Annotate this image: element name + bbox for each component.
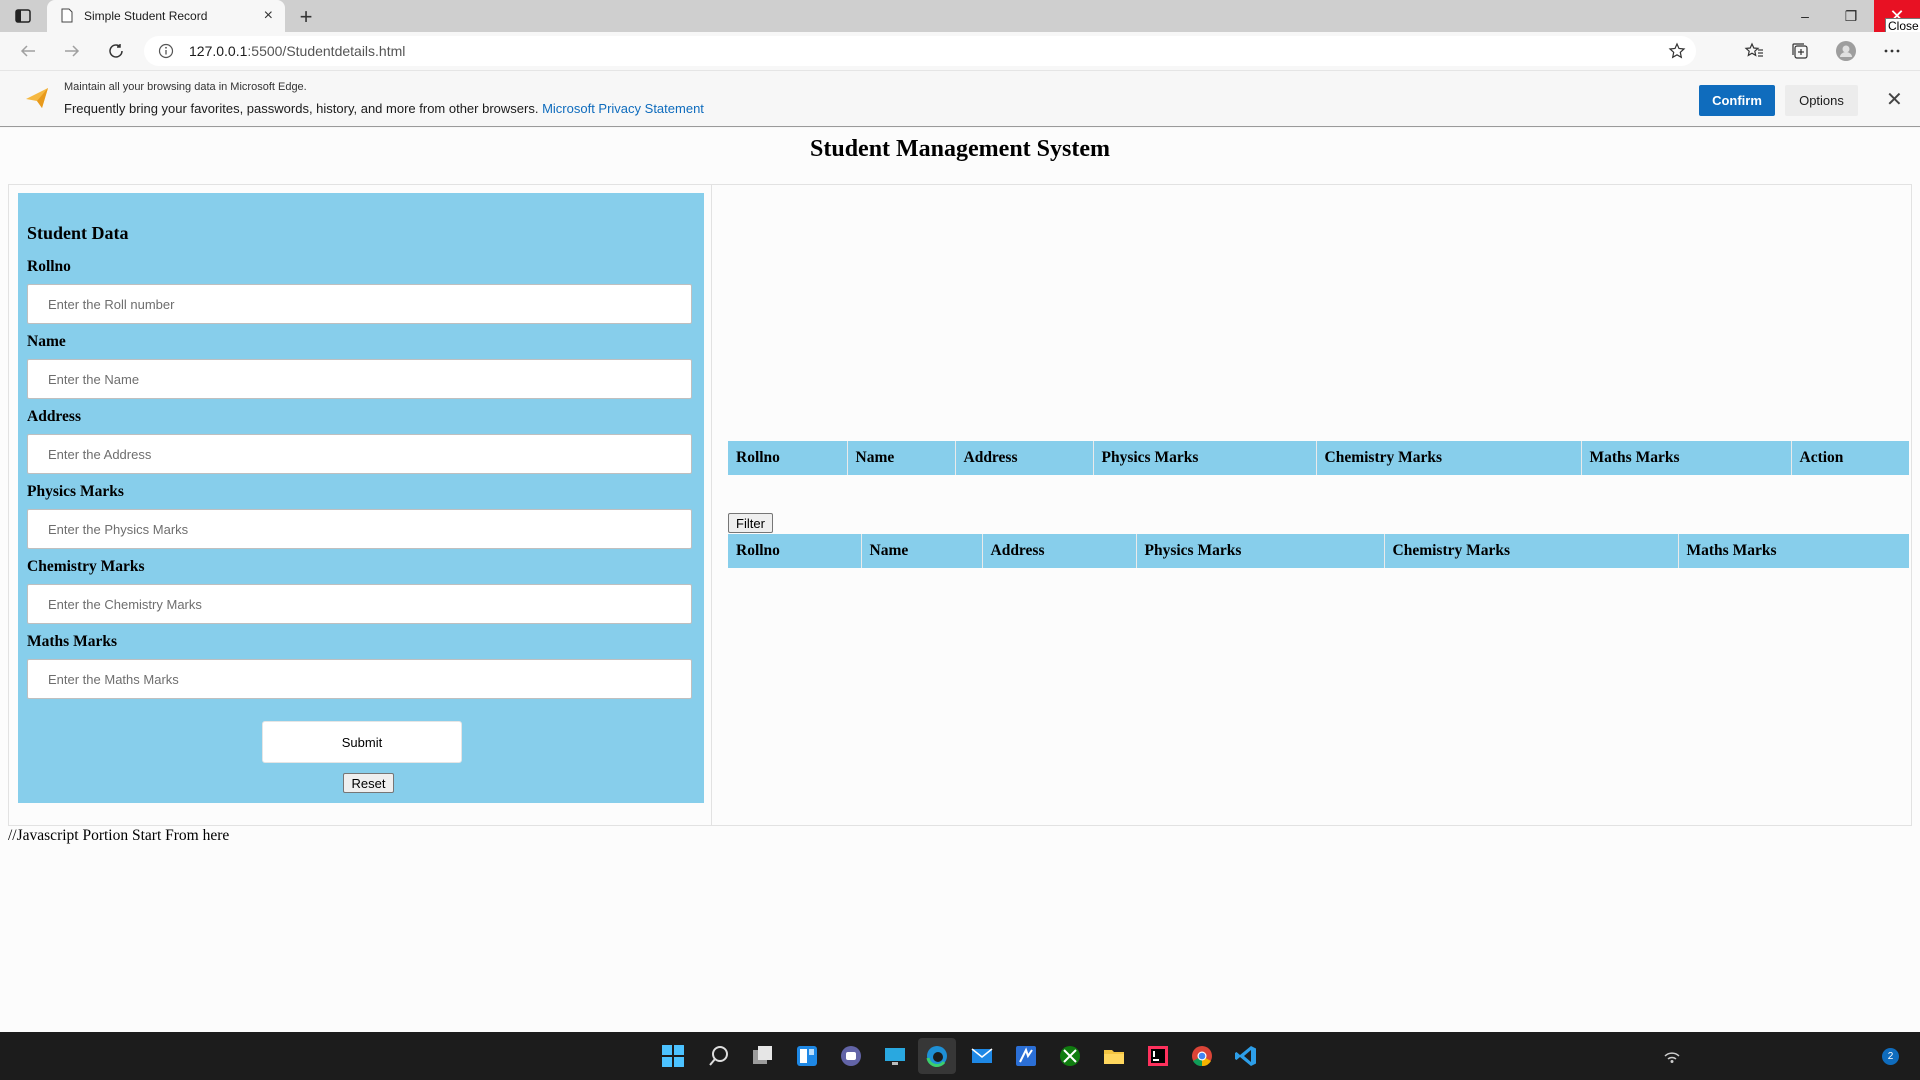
column-header: Address: [955, 441, 1094, 475]
restore-button[interactable]: ❐: [1828, 0, 1874, 32]
column-header: Rollno: [728, 441, 848, 475]
desktop-icon[interactable]: [883, 1044, 907, 1068]
new-tab-button[interactable]: +: [295, 4, 317, 30]
teams-chat-icon[interactable]: [839, 1044, 863, 1068]
edge-import-infobar: Maintain all your browsing data in Micro…: [0, 70, 1920, 127]
tab-title: Simple Student Record: [84, 9, 208, 23]
table-header-row: Rollno Name Address Physics Marks Chemis…: [728, 534, 1909, 568]
maths-marks-input[interactable]: [27, 659, 692, 699]
column-header: Chemistry Marks: [1384, 534, 1679, 568]
search-icon[interactable]: [707, 1044, 731, 1068]
browser-tab-strip: Simple Student Record × + – ❐ ✕ Close: [0, 0, 1920, 34]
rollno-input[interactable]: [27, 284, 692, 324]
filter-button[interactable]: Filter: [728, 513, 773, 533]
vscode-icon[interactable]: [1234, 1044, 1258, 1068]
task-view-icon[interactable]: [751, 1044, 775, 1068]
column-header: Name: [861, 534, 983, 568]
chemistry-marks-input[interactable]: [27, 584, 692, 624]
notification-badge[interactable]: 2: [1882, 1048, 1899, 1065]
physics-marks-label: Physics Marks: [27, 483, 124, 500]
records-panel: Rollno Name Address Physics Marks Chemis…: [711, 185, 1912, 825]
start-icon[interactable]: [661, 1044, 685, 1068]
web-page: Student Management System Student Data R…: [0, 128, 1920, 1032]
column-header: Name: [847, 441, 956, 475]
browser-toolbar: 127.0.0.1:5500/Studentdetails.html: [0, 32, 1920, 70]
profile-avatar-icon[interactable]: [1836, 41, 1856, 61]
physics-marks-input[interactable]: [27, 509, 692, 549]
student-form-panel: Student Data Rollno Name Address Physics…: [18, 193, 704, 803]
xbox-icon[interactable]: [1058, 1044, 1082, 1068]
edge-taskbar-button[interactable]: [918, 1038, 956, 1074]
reload-icon[interactable]: [104, 39, 128, 63]
column-header: Chemistry Marks: [1316, 441, 1582, 475]
reset-button[interactable]: Reset: [343, 773, 394, 793]
student-records-table: Rollno Name Address Physics Marks Chemis…: [728, 441, 1909, 475]
network-icon[interactable]: [1663, 1048, 1681, 1064]
back-arrow-icon[interactable]: [16, 39, 40, 63]
column-header: Maths Marks: [1686, 542, 1777, 559]
filtered-records-table: Rollno Name Address Physics Marks Chemis…: [728, 534, 1909, 568]
column-header: Rollno: [728, 534, 862, 568]
address-bar[interactable]: 127.0.0.1:5500/Studentdetails.html: [144, 36, 1696, 66]
intellij-icon[interactable]: [1146, 1044, 1170, 1068]
minimize-button[interactable]: –: [1782, 0, 1828, 32]
chemistry-marks-label: Chemistry Marks: [27, 558, 145, 575]
main-container: Student Data Rollno Name Address Physics…: [8, 184, 1912, 826]
browser-tab[interactable]: Simple Student Record ×: [47, 0, 285, 32]
favorites-icon[interactable]: [1744, 41, 1764, 61]
javascript-comment-text: //Javascript Portion Start From here: [8, 827, 230, 844]
table-header-row: Rollno Name Address Physics Marks Chemis…: [728, 441, 1909, 475]
site-info-icon[interactable]: [158, 43, 174, 59]
name-label: Name: [27, 333, 66, 350]
confirm-button[interactable]: Confirm: [1699, 85, 1775, 116]
tab-close-icon[interactable]: ×: [264, 7, 273, 25]
more-options-icon[interactable]: [1882, 41, 1902, 61]
url-text[interactable]: 127.0.0.1:5500/Studentdetails.html: [189, 43, 405, 59]
column-header: Physics Marks: [1136, 534, 1385, 568]
edge-icon: [926, 1046, 947, 1067]
column-header: Address: [982, 534, 1137, 568]
maths-marks-label: Maths Marks: [27, 633, 117, 650]
form-heading: Student Data: [27, 223, 129, 243]
options-button[interactable]: Options: [1785, 85, 1858, 116]
tab-actions-icon[interactable]: [12, 7, 34, 25]
privacy-statement-link[interactable]: Microsoft Privacy Statement: [542, 101, 704, 116]
windows-taskbar: 2: [0, 1032, 1920, 1080]
powerapps-icon[interactable]: [1014, 1044, 1038, 1068]
column-header: Maths Marks: [1581, 441, 1792, 475]
column-header: Physics Marks: [1093, 441, 1317, 475]
page-icon: [61, 8, 73, 23]
infobar-message: Frequently bring your favorites, passwor…: [64, 101, 704, 116]
page-title: Student Management System: [810, 136, 1110, 162]
file-explorer-icon[interactable]: [1102, 1044, 1126, 1068]
chrome-icon[interactable]: [1190, 1044, 1214, 1068]
widgets-icon[interactable]: [795, 1044, 819, 1068]
collections-icon[interactable]: [1790, 41, 1810, 61]
submit-button[interactable]: Submit: [262, 721, 462, 763]
name-input[interactable]: [27, 359, 692, 399]
address-label: Address: [27, 408, 81, 425]
add-favorite-icon[interactable]: [1668, 42, 1686, 60]
address-input[interactable]: [27, 434, 692, 474]
rollno-label: Rollno: [27, 258, 71, 275]
infobar-heading: Maintain all your browsing data in Micro…: [64, 81, 307, 93]
infobar-close-icon[interactable]: ✕: [1886, 87, 1903, 112]
forward-arrow-icon[interactable]: [60, 39, 84, 63]
paper-plane-icon: [26, 88, 48, 108]
column-header: Action: [1799, 449, 1844, 466]
mail-icon[interactable]: [970, 1044, 994, 1068]
